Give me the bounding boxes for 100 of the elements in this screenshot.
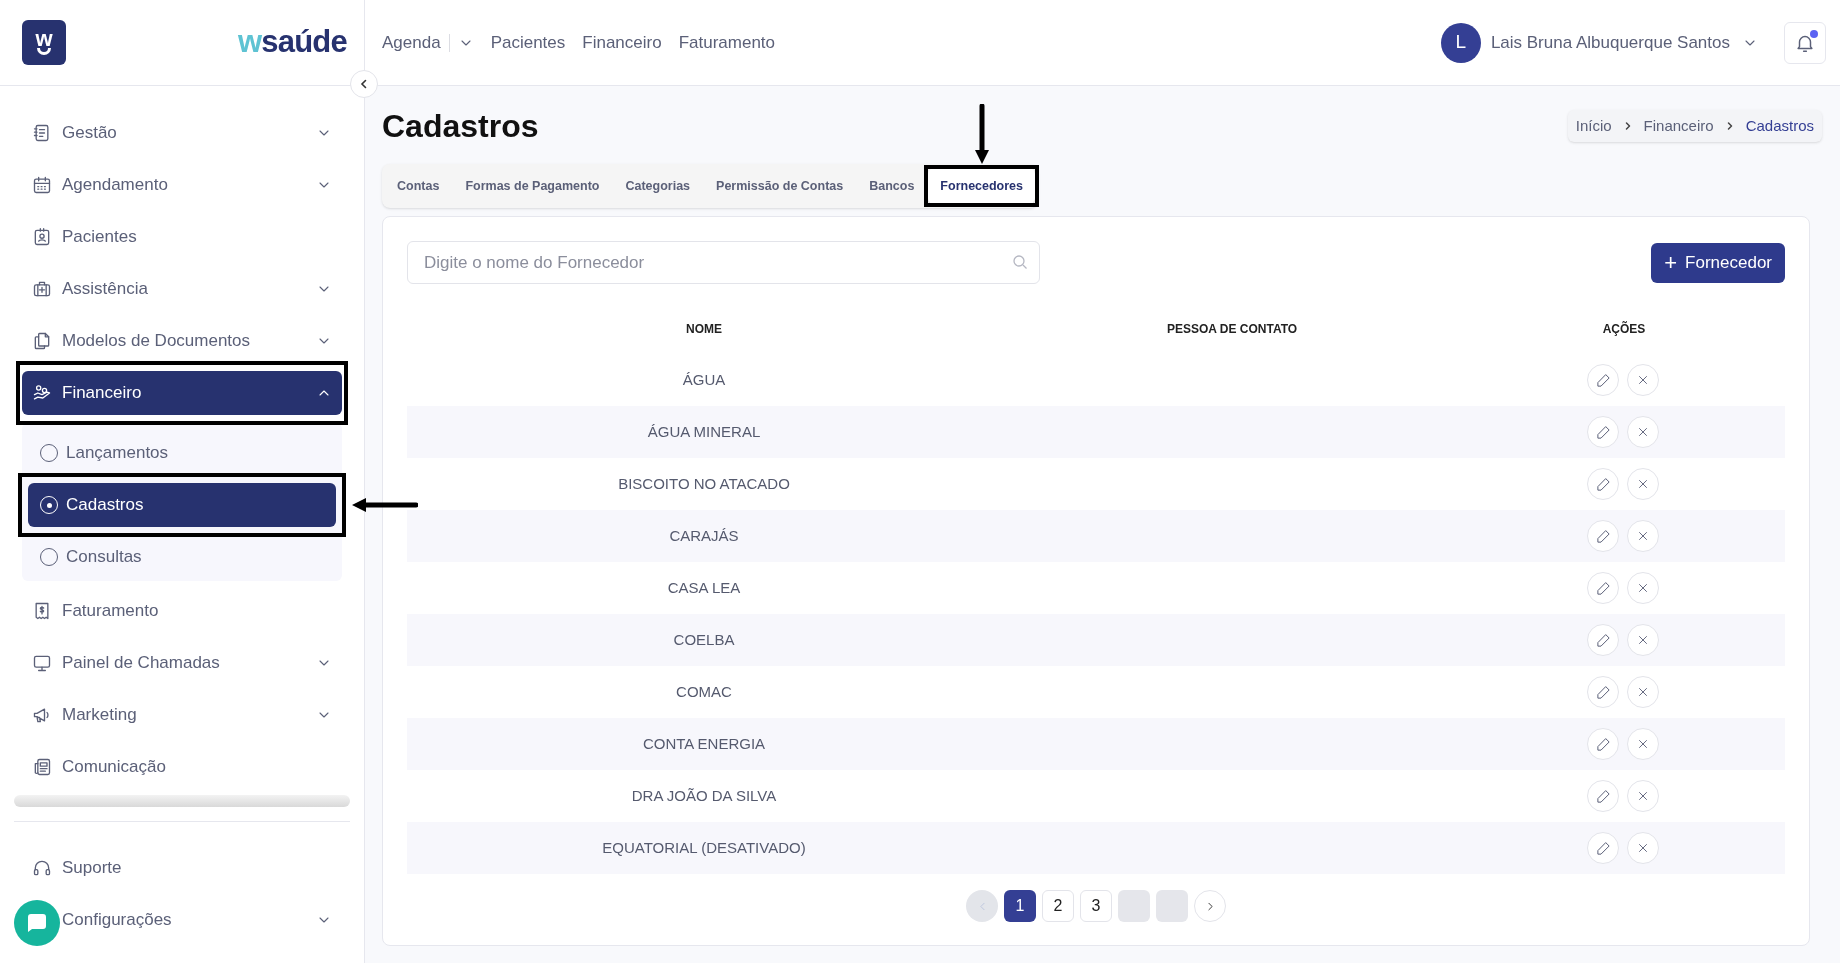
close-icon: [1636, 529, 1650, 543]
table-cell: BISCOITO NO ATACADO: [407, 458, 1001, 510]
table-cell: EQUATORIAL (DESATIVADO): [407, 822, 1001, 874]
tab[interactable]: Permissão de Contas: [704, 168, 856, 204]
pencil-icon: [1595, 372, 1611, 388]
pencil-icon: [1595, 476, 1611, 492]
table-cell: COELBA: [407, 614, 1001, 666]
sidebar-item[interactable]: Marketing: [30, 693, 334, 737]
pencil-icon: [1595, 788, 1611, 804]
column-header: AÇÕES: [1601, 320, 1647, 338]
page-button[interactable]: 2: [1042, 890, 1074, 922]
table-cell: ÁGUA MINERAL: [407, 406, 1001, 458]
chat-button[interactable]: [14, 900, 60, 946]
pencil-icon: [1595, 580, 1611, 596]
user-avatar: L: [1440, 22, 1481, 63]
page-title: Cadastros: [382, 107, 539, 146]
page-placeholder: [1156, 890, 1188, 922]
pencil-icon: [1595, 632, 1611, 648]
tab[interactable]: Formas de Pagamento: [453, 168, 612, 204]
table-cell: CONTA ENERGIA: [407, 718, 1001, 770]
nav-link[interactable]: Faturamento: [678, 29, 776, 56]
headset-icon: [32, 858, 52, 878]
breadcrumb-link[interactable]: Financeiro: [1643, 114, 1714, 138]
pencil-icon: [1595, 736, 1611, 752]
pencil-icon: [1595, 840, 1611, 856]
submenu-item[interactable]: Cadastros: [28, 483, 336, 527]
column-header: NOME: [685, 321, 723, 338]
notebook-icon: [32, 123, 52, 143]
plus-icon: +: [1664, 251, 1678, 274]
page-button[interactable]: 1: [1004, 890, 1036, 922]
collapse-button[interactable]: [350, 70, 378, 98]
sidebar-item[interactable]: Assistência: [30, 267, 334, 311]
documents-icon: [32, 331, 52, 351]
newspaper-icon: [32, 757, 52, 777]
chat-bubble-icon: [26, 912, 48, 934]
user-menu[interactable]: L Lais Bruna Albuquerque Santos: [1440, 22, 1758, 63]
search-field[interactable]: Digite o nome do Fornecedor: [407, 241, 1040, 284]
sidebar-item[interactable]: Painel de Chamadas: [30, 641, 334, 685]
pencil-icon: [1595, 424, 1611, 440]
app-logo[interactable]: w: [22, 20, 66, 65]
table-cell: DRA JOÃO DA SILVA: [407, 770, 1001, 822]
tab[interactable]: Categorias: [613, 168, 703, 204]
brand-logo: wsaúde: [237, 23, 347, 62]
edit-button[interactable]: [1587, 832, 1619, 864]
tab[interactable]: Contas: [385, 168, 452, 204]
table-cell: COMAC: [407, 666, 1001, 718]
sidebar-item[interactable]: Comunicação: [30, 745, 334, 789]
edit-button[interactable]: [1587, 780, 1619, 812]
edit-button[interactable]: [1587, 624, 1619, 656]
medical-case-icon: [32, 279, 52, 299]
smile-mark: [37, 48, 51, 55]
close-icon: [1636, 841, 1650, 855]
breadcrumb-link[interactable]: Início: [1575, 114, 1612, 138]
breadcrumb-link[interactable]: Cadastros: [1745, 114, 1814, 138]
monitor-icon: [32, 653, 52, 673]
nav-link[interactable]: Pacientes: [490, 29, 566, 56]
sidebar-item[interactable]: Configurações: [60, 898, 334, 942]
logo-letter: w: [35, 30, 53, 48]
submenu-item[interactable]: Lançamentos: [28, 431, 336, 475]
page-placeholder: [1118, 890, 1150, 922]
hand-coins-icon: [32, 383, 52, 403]
close-icon: [1636, 425, 1650, 439]
nav-link[interactable]: Agenda: [382, 29, 441, 56]
close-icon: [1636, 581, 1650, 595]
sidebar-item[interactable]: Agendamento: [30, 163, 334, 207]
close-icon: [1636, 737, 1650, 751]
notifications-button[interactable]: [1784, 21, 1826, 64]
tab[interactable]: Bancos: [857, 168, 927, 204]
submenu-item[interactable]: Consultas: [28, 535, 336, 579]
sidebar-item[interactable]: Financeiro: [22, 371, 342, 415]
tab[interactable]: Fornecedores: [928, 168, 1036, 204]
sidebar-item[interactable]: Pacientes: [30, 215, 334, 259]
sidebar-item[interactable]: Suporte: [30, 846, 334, 890]
close-icon: [1636, 789, 1650, 803]
table-cell: CARAJÁS: [407, 510, 1001, 562]
column-header: PESSOA DE CONTATO: [1165, 321, 1299, 338]
edit-button[interactable]: [1587, 364, 1619, 396]
sidebar-item[interactable]: Gestão: [30, 111, 334, 155]
edit-button[interactable]: [1587, 416, 1619, 448]
table-cell: ÁGUA: [407, 354, 1001, 406]
sidebar-item[interactable]: Faturamento: [30, 589, 334, 633]
edit-button[interactable]: [1587, 572, 1619, 604]
search-icon: [1012, 254, 1028, 270]
pencil-icon: [1595, 684, 1611, 700]
sidebar-item[interactable]: Modelos de Documentos: [30, 319, 334, 363]
edit-button[interactable]: [1587, 676, 1619, 708]
add-supplier-button[interactable]: + Fornecedor: [1651, 242, 1785, 283]
close-icon: [1636, 633, 1650, 647]
edit-button[interactable]: [1587, 468, 1619, 500]
close-icon: [1636, 477, 1650, 491]
edit-button[interactable]: [1587, 520, 1619, 552]
close-icon: [1636, 373, 1650, 387]
page-button[interactable]: 3: [1080, 890, 1112, 922]
pencil-icon: [1595, 528, 1611, 544]
id-badge-icon: [32, 227, 52, 247]
calendar-icon: [32, 175, 52, 195]
edit-button[interactable]: [1587, 728, 1619, 760]
nav-link[interactable]: Financeiro: [582, 29, 662, 56]
table-cell: CASA LEA: [407, 562, 1001, 614]
close-icon: [1636, 685, 1650, 699]
